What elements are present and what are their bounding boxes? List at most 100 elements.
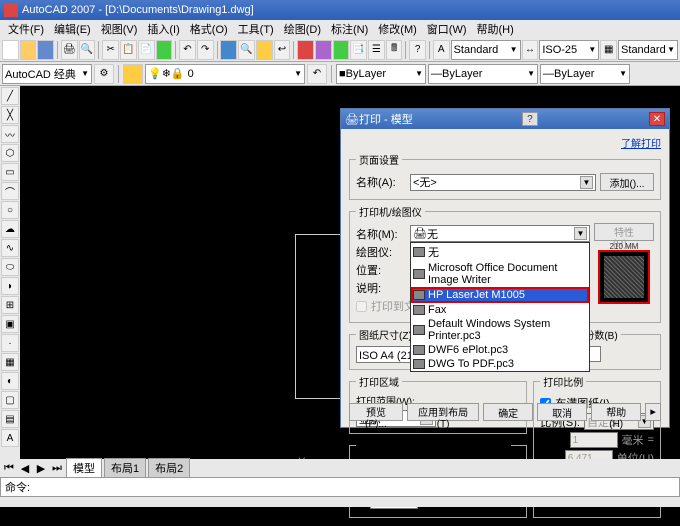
point-button[interactable]: · [1,334,19,352]
dialog-footer: 预览(P)... 应用到布局(T) 确定 取消 帮助(H) ▸ [349,403,661,421]
hatch-button[interactable]: ▦ [1,353,19,371]
lineweight-combo[interactable]: — ByLayer▼ [540,64,630,84]
page-name-combo[interactable]: <无>▼ [410,174,596,191]
ellarc-button[interactable]: ◗ [1,277,19,295]
matchprop-button[interactable] [156,40,173,60]
markup-button[interactable]: ☰ [368,40,385,60]
linetype-combo[interactable]: — ByLayer▼ [428,64,538,84]
apply-layout-button[interactable]: 应用到布局(T) [407,403,479,421]
printer-option-selected[interactable]: HP LaserJet M1005 [411,287,589,303]
insert-button[interactable]: ⊞ [1,296,19,314]
dc-button[interactable] [315,40,332,60]
tab-model[interactable]: 模型 [66,458,102,478]
add-page-button[interactable]: 添加()... [600,173,654,191]
arc-button[interactable]: ⌒ [1,182,19,200]
circle-button[interactable]: ○ [1,201,19,219]
close-icon[interactable]: ✕ [649,112,665,126]
help-icon[interactable]: ? [522,112,538,126]
new-button[interactable] [2,40,19,60]
layer-prev-button[interactable]: ↶ [307,64,327,84]
printer-name-combo[interactable]: 🖨 无▼ 无 Microsoft Office Document Image W… [410,225,590,242]
tab-layout1[interactable]: 布局1 [104,458,146,478]
undo-button[interactable]: ↶ [179,40,196,60]
printer-icon [413,290,425,300]
region-button[interactable]: ▢ [1,391,19,409]
menu-window[interactable]: 窗口(W) [423,20,471,38]
printer-option[interactable]: Default Windows System Printer.pc3 [411,317,589,343]
dimstyle-combo[interactable]: ISO-25▼ [539,40,599,60]
print-to-file-checkbox[interactable] [356,301,367,312]
menu-insert[interactable]: 插入(I) [143,20,183,38]
line-button[interactable]: ╱ [1,87,19,105]
ws-save-button[interactable]: ⚙ [94,64,114,84]
mtext-button[interactable]: A [1,429,19,447]
workspace-combo[interactable]: AutoCAD 经典▼ [2,64,92,84]
menu-format[interactable]: 格式(O) [186,20,232,38]
tab-last-icon[interactable]: ⏭ [50,462,64,475]
help-dlg-button[interactable]: 帮助(H) [591,403,641,421]
block-button[interactable]: ▣ [1,315,19,333]
preview-button[interactable]: 预览(P)... [349,403,403,421]
expand-dialog-button[interactable]: ▸ [645,403,661,421]
save-button[interactable] [37,40,54,60]
zoom-button[interactable]: 🔍 [238,40,255,60]
cancel-button[interactable]: 取消 [537,403,587,421]
xline-button[interactable]: ╳ [1,106,19,124]
scale-unit: 毫米 [622,432,644,448]
command-line[interactable]: 命令: [0,477,680,497]
ok-button[interactable]: 确定 [483,403,533,421]
printer-legend: 打印机/绘图仪 [356,204,425,219]
layer-combo[interactable]: 💡❄🔒 0▼ [145,64,305,84]
plot-offset-legend: 打印偏移 (原点设置在可打印区域) [356,438,511,453]
table-button[interactable]: ▤ [1,410,19,428]
plot-button[interactable]: 🖨 [61,40,78,60]
scale-num-input [570,432,618,448]
pan-button[interactable] [220,40,237,60]
help-button[interactable]: ? [409,40,426,60]
tab-next-icon[interactable]: ▶ [34,462,48,475]
menu-dim[interactable]: 标注(N) [327,20,372,38]
redo-button[interactable]: ↷ [197,40,214,60]
menu-draw[interactable]: 绘图(D) [280,20,325,38]
sheet-button[interactable]: 📑 [350,40,367,60]
menu-tools[interactable]: 工具(T) [234,20,278,38]
printer-option[interactable]: DWG To PDF.pc3 [411,357,589,371]
menu-view[interactable]: 视图(V) [97,20,142,38]
menu-edit[interactable]: 编辑(E) [50,20,95,38]
tablestyle-icon: ▦ [600,40,617,60]
textstyle-combo[interactable]: Standard▼ [451,40,521,60]
polygon-button[interactable]: ⬡ [1,144,19,162]
props-button[interactable] [297,40,314,60]
desc-label: 说明: [356,280,406,296]
tool-pal-button[interactable] [333,40,350,60]
layer-props-button[interactable] [123,64,143,84]
calc-button[interactable]: 🖩 [386,40,403,60]
menu-file[interactable]: 文件(F) [4,20,48,38]
cut-button[interactable]: ✂ [102,40,119,60]
tablestyle-combo[interactable]: Standard▼ [618,40,678,60]
rectangle-button[interactable]: ▭ [1,163,19,181]
zoom-win-button[interactable] [256,40,273,60]
color-combo[interactable]: ■ ByLayer▼ [336,64,426,84]
printer-option[interactable]: 无 [411,243,589,261]
spline-button[interactable]: ∿ [1,239,19,257]
open-button[interactable] [20,40,37,60]
printer-option[interactable]: Fax [411,303,589,317]
copy-button[interactable]: 📋 [120,40,137,60]
gradient-button[interactable]: ◐ [1,372,19,390]
menu-modify[interactable]: 修改(M) [374,20,421,38]
tab-layout2[interactable]: 布局2 [148,458,190,478]
paste-button[interactable]: 📄 [138,40,155,60]
revcloud-button[interactable]: ☁ [1,220,19,238]
tab-prev-icon[interactable]: ◀ [18,462,32,475]
printer-option[interactable]: DWF6 ePlot.pc3 [411,343,589,357]
plot-dialog-titlebar[interactable]: 🖨 打印 - 模型 ? ✕ [341,109,669,129]
zoom-prev-button[interactable]: ↩ [274,40,291,60]
ellipse-button[interactable]: ⬭ [1,258,19,276]
tab-first-icon[interactable]: ⏮ [2,462,16,475]
preview-button[interactable]: 🔍 [79,40,96,60]
menu-help[interactable]: 帮助(H) [473,20,518,38]
learn-plot-link[interactable]: 了解打印 [621,139,661,150]
printer-option[interactable]: Microsoft Office Document Image Writer [411,261,589,287]
pline-button[interactable]: 〰 [1,125,19,143]
